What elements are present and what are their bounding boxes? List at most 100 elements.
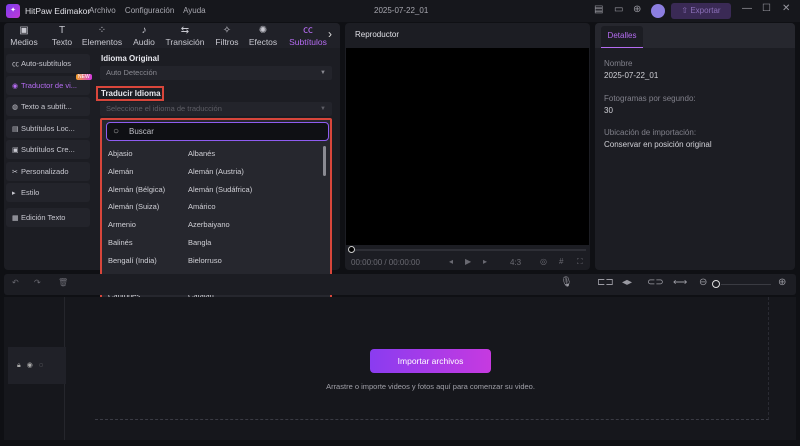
link-icon[interactable]: ⊂⊃ <box>647 277 664 288</box>
language-option[interactable]: Alemán (Suiza) <box>108 202 159 211</box>
sidebar-item-edicion-texto[interactable]: ▦ Edición Texto <box>6 208 90 227</box>
tab-label: Transición <box>165 37 205 47</box>
zoom-in-icon[interactable]: ⊕ <box>778 277 786 288</box>
player-panel: Reproductor 00:00:00 / 00:00:00 ◂ ▶ ▸ 4:… <box>345 23 590 270</box>
tab-texto[interactable]: T Texto <box>40 25 84 47</box>
original-language-select[interactable]: Auto Detección ▼ <box>100 66 332 80</box>
export-button[interactable]: ⇧ Exportar <box>671 3 731 19</box>
caret-right-icon: ▸ <box>12 190 16 197</box>
translate-language-label: Traducir Idioma <box>96 86 164 101</box>
menu-ayuda[interactable]: Ayuda <box>183 6 206 15</box>
fullscreen-icon[interactable]: ⛶ <box>577 257 583 267</box>
zoom-out-icon[interactable]: ⊖ <box>699 277 707 288</box>
split-icon[interactable]: ⊏⊐ <box>597 277 614 288</box>
custom-icon: ✂ <box>12 169 18 176</box>
playhead[interactable] <box>348 246 355 253</box>
time-display: 00:00:00 / 00:00:00 <box>351 258 420 267</box>
chevron-right-icon[interactable]: › <box>328 27 332 41</box>
mute-icon[interactable]: ◌ <box>39 362 49 369</box>
close-icon[interactable]: ✕ <box>782 3 790 14</box>
tab-subtitulos[interactable]: ㏄ Subtítulos <box>286 25 330 47</box>
timeline-area: 🔒︎◉◌ Importar archivos Arrastre o import… <box>4 297 796 440</box>
language-option[interactable]: Amárico <box>188 202 216 211</box>
language-option[interactable]: Armenio <box>108 220 136 229</box>
maximize-icon[interactable]: ☐ <box>762 3 771 14</box>
import-files-button[interactable]: Importar archivos <box>370 349 491 373</box>
tab-transicion[interactable]: ⇆ Transición <box>163 25 207 47</box>
menu-archivo[interactable]: Archivo <box>89 6 116 15</box>
drop-hint: Arrastre o importe videos y fotos aquí p… <box>326 382 535 391</box>
language-option[interactable]: Albanés <box>188 149 215 158</box>
zoom-slider[interactable] <box>721 284 771 285</box>
sidebar-item-label: Auto-subtítulos <box>21 59 72 68</box>
scrollbar[interactable] <box>323 146 326 176</box>
sidebar-item-personalizado[interactable]: ✂ Personalizado <box>6 162 90 181</box>
tab-label: Medios <box>10 37 38 47</box>
text-edit-icon: ▦ <box>12 215 19 222</box>
translate-language-select[interactable]: Seleccione el idioma de traducción ▼ <box>100 102 332 116</box>
microphone-icon[interactable]: 🎙 <box>560 277 573 288</box>
zoom-slider-handle[interactable] <box>712 280 720 288</box>
app-logo: ✦ <box>6 4 20 18</box>
delete-icon[interactable]: 🗑 <box>58 278 68 287</box>
sidebar-item-subtitulos-locales[interactable]: ▤ Subtítulos Loc... <box>6 119 90 138</box>
language-option[interactable]: Azerbaiyano <box>188 220 230 229</box>
search-placeholder: Buscar <box>129 127 154 136</box>
feedback-icon[interactable]: ▭ <box>614 4 623 15</box>
menu-configuracion[interactable]: Configuración <box>125 6 174 15</box>
language-option[interactable]: Alemán (Bélgica) <box>108 185 165 194</box>
sidebar-item-label: Estilo <box>21 188 40 197</box>
play-icon[interactable]: ▶ <box>465 257 471 266</box>
language-option[interactable]: Alemán (Austria) <box>188 167 244 176</box>
transition-icon: ⇆ <box>180 25 190 36</box>
trim-icon[interactable]: ◂▸ <box>622 277 632 288</box>
undo-icon[interactable]: ↶ <box>12 278 19 287</box>
language-option[interactable]: Bangla <box>188 238 211 247</box>
tab-elementos[interactable]: ⁘ Elementos <box>80 25 124 47</box>
lock-icon[interactable]: 🔒︎ <box>17 362 27 369</box>
language-option[interactable]: Balinés <box>108 238 133 247</box>
tab-label: Audio <box>133 37 155 47</box>
chevron-down-icon: ▼ <box>320 70 326 76</box>
sidebar-item-auto-subtitulos[interactable]: ㏄ Auto-subtítulos <box>6 54 90 73</box>
tab-audio[interactable]: ♪ Audio <box>122 25 166 47</box>
snapshot-icon[interactable]: ◎ <box>540 257 547 266</box>
text-icon: T <box>58 25 66 36</box>
minimize-icon[interactable]: — <box>742 3 752 14</box>
select-placeholder: Seleccione el idioma de traducción <box>106 104 222 113</box>
import-location-label: Ubicación de importación: <box>604 128 697 137</box>
language-option[interactable]: Bielorruso <box>188 256 222 265</box>
name-label: Nombre <box>604 59 633 68</box>
tab-detalles[interactable]: Detalles <box>601 26 643 48</box>
details-panel: Detalles Nombre 2025-07-22_01 Fotogramas… <box>595 23 795 270</box>
fit-icon[interactable]: ⟷ <box>673 277 687 288</box>
export-icon: ⇧ <box>681 6 691 15</box>
next-frame-icon[interactable]: ▸ <box>483 257 487 266</box>
new-badge: NEW <box>76 74 92 80</box>
language-option[interactable]: Alemán <box>108 167 133 176</box>
download-icon[interactable]: ⊕ <box>633 4 641 15</box>
original-language-label: Idioma Original <box>101 54 160 63</box>
language-search-input[interactable]: ○ Buscar <box>106 122 329 141</box>
sidebar-item-label: Texto a subtít... <box>21 102 72 111</box>
tab-label: Efectos <box>248 37 278 47</box>
sidebar-item-label: Edición Texto <box>21 213 66 222</box>
layout-icon[interactable]: ▤ <box>594 4 603 15</box>
sidebar-item-subtitulos-creados[interactable]: ▣ Subtítulos Cre... <box>6 140 90 159</box>
avatar[interactable] <box>651 4 665 18</box>
language-option[interactable]: Alemán (Sudáfrica) <box>188 185 252 194</box>
aspect-ratio[interactable]: 4:3 <box>510 258 521 267</box>
name-value: 2025-07-22_01 <box>604 71 659 80</box>
tab-efectos[interactable]: ✺ Efectos <box>241 25 285 47</box>
sidebar-item-estilo[interactable]: ▸ Estilo <box>6 183 90 202</box>
visibility-icon[interactable]: ◉ <box>27 362 39 369</box>
language-option[interactable]: Bengalí (India) <box>108 256 157 265</box>
audio-icon: ♪ <box>141 25 147 36</box>
crop-icon[interactable]: # <box>559 257 563 266</box>
sidebar-item-texto-subtitulo[interactable]: ◍ Texto a subtít... <box>6 97 90 116</box>
language-option[interactable]: Abjasio <box>108 149 133 158</box>
progress-bar[interactable] <box>350 249 586 251</box>
redo-icon[interactable]: ↷ <box>34 278 41 287</box>
title-bar: ✦ HitPaw Edimakor Archivo Configuración … <box>0 0 800 22</box>
prev-frame-icon[interactable]: ◂ <box>449 257 453 266</box>
